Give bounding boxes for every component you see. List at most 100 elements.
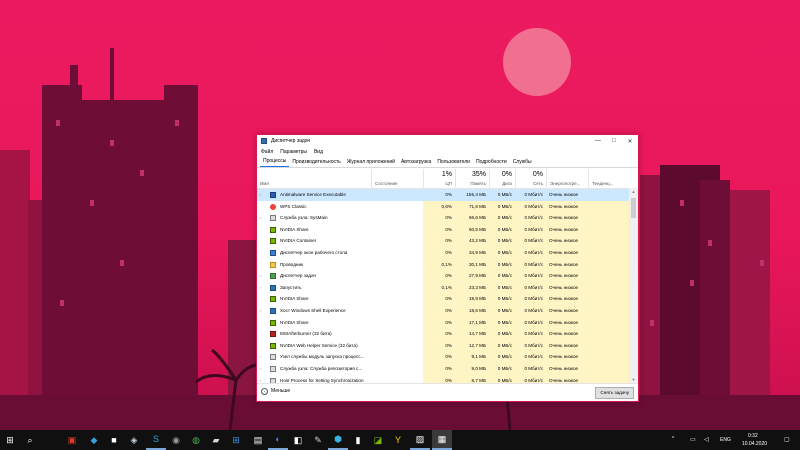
process-row[interactable]: › Хост Windows Shell Experience 0% 18,6 МБ 0…	[257, 304, 629, 317]
taskbar-app-tools[interactable]: ✎	[308, 430, 328, 450]
process-name-cell[interactable]: NVIDIA Share	[257, 293, 423, 305]
column-header-name[interactable]: Имя	[257, 169, 371, 188]
taskbar-app-editor[interactable]: ▤	[248, 430, 268, 450]
tab-performance[interactable]: Производительность	[289, 159, 344, 167]
process-row[interactable]: NVIDIA Share 0% 19,9 МБ 0 МБ/с 0 Мбит/с Очень…	[257, 293, 629, 305]
process-name-cell[interactable]: › Antimalware Service Executable	[257, 189, 423, 201]
taskbar-app-windows[interactable]: ⊞	[226, 430, 246, 450]
taskbar-app-game[interactable]: ▰	[206, 430, 226, 450]
taskbar-app-office[interactable]: ▣	[62, 430, 82, 450]
column-header-trend[interactable]: Тенденц...	[588, 169, 629, 188]
expand-chevron-icon[interactable]: ›	[260, 212, 261, 224]
process-name-cell[interactable]: NVIDIA Web Helper Service (32 бита)	[257, 340, 423, 352]
column-header-status[interactable]: Состояние	[371, 169, 423, 188]
process-row[interactable]: MSIAfterburner (32 бита) 0% 14,7 МБ 0 МБ/с 0…	[257, 328, 629, 340]
menu-options[interactable]: Параметры	[280, 149, 307, 155]
scrollbar-thumb[interactable]	[631, 198, 636, 218]
process-row[interactable]: › Запустить 0,1% 23,3 МБ 0 МБ/с 0 Мбит/с Очень…	[257, 281, 629, 294]
title-bar[interactable]: Диспетчер задач — □ ✕	[257, 135, 638, 147]
taskbar-app-pdf[interactable]: ▨	[410, 430, 430, 450]
process-row[interactable]: WPS Classic 0,6% 71,6 МБ 0 МБ/с 0 Мбит/с Очен…	[257, 200, 629, 213]
taskbar-app-yandex[interactable]: Y	[388, 430, 408, 450]
tab-startup[interactable]: Автозагрузка	[398, 159, 434, 167]
process-name-cell[interactable]: Диспетчер окон рабочего стола	[257, 247, 423, 259]
process-network: 0 Мбит/с	[515, 270, 546, 282]
process-name-cell[interactable]: Проводник	[257, 259, 423, 271]
process-name-cell[interactable]: NVIDIA Share	[257, 317, 423, 329]
maximize-button[interactable]: □	[606, 135, 622, 147]
process-row[interactable]: › Antimalware Service Executable 0% 155,4 М…	[257, 189, 629, 201]
process-memory: 66,6 МБ	[455, 212, 489, 224]
scroll-up-arrow-icon[interactable]: ▲	[629, 188, 638, 196]
vertical-scrollbar[interactable]: ▲ ▼	[629, 188, 638, 384]
process-row[interactable]: › Узел службы модуль запуска процесс... 0%…	[257, 351, 629, 363]
clock-date[interactable]: 10.04.2020	[742, 441, 767, 447]
process-name-cell[interactable]: MSIAfterburner (32 бита)	[257, 328, 423, 340]
tab-users[interactable]: Пользователи	[434, 159, 473, 167]
process-name-cell[interactable]: NVIDIA Share	[257, 224, 423, 236]
process-row[interactable]: Проводник 0,1% 30,1 МБ 0 МБ/с 0 Мбит/с Очень …	[257, 258, 629, 271]
column-header-cpu[interactable]: 1% ЦП	[423, 169, 455, 188]
process-row[interactable]: › Служба узла: SysMain 0% 66,6 МБ 0 МБ/с 0 Мб…	[257, 212, 629, 224]
tab-services[interactable]: Службы	[510, 159, 535, 167]
process-name-cell[interactable]: › Узел службы модуль запуска процесс...	[257, 351, 423, 363]
process-row[interactable]: Диспетчер окон рабочего стола 0% 34,9 МБ 0 …	[257, 246, 629, 259]
column-header-memory[interactable]: 35% Память	[455, 169, 489, 188]
network-icon[interactable]: ▭	[690, 436, 696, 443]
process-name-cell[interactable]: › Запустить	[257, 282, 423, 294]
process-name-cell[interactable]: NVIDIA Container	[257, 235, 423, 247]
expand-chevron-icon[interactable]: ›	[260, 189, 261, 201]
menu-view[interactable]: Вид	[314, 149, 323, 155]
taskbar-app-task-manager[interactable]: ▦	[432, 430, 452, 450]
process-name-cell[interactable]: › Диспетчер задач	[257, 270, 423, 282]
expand-chevron-icon[interactable]: ›	[260, 270, 261, 282]
taskbar-app-screenshot[interactable]: ◧	[288, 430, 308, 450]
taskbar-app-briefcase[interactable]: ■	[104, 430, 124, 450]
close-button[interactable]: ✕	[622, 135, 638, 147]
column-header-network[interactable]: 0% Сеть	[515, 169, 546, 188]
expand-chevron-icon[interactable]: ›	[260, 305, 261, 317]
taskbar-app-nvidia[interactable]: ◪	[368, 430, 388, 450]
process-row[interactable]: NVIDIA Share 0% 60,5 МБ 0 МБ/с 0 Мбит/с Очень…	[257, 223, 629, 236]
taskbar-app-store[interactable]: ◆	[84, 430, 104, 450]
taskbar-app-network[interactable]: ⬢	[328, 430, 348, 450]
process-row[interactable]: NVIDIA Share 0% 17,1 МБ 0 МБ/с 0 Мбит/с Очень…	[257, 316, 629, 329]
process-name: Запустить	[280, 284, 302, 290]
process-name-cell[interactable]: › Служба узла: Служба репозитория с...	[257, 363, 423, 375]
fewer-details-link[interactable]: Меньше	[271, 388, 290, 394]
taskbar-app-steam[interactable]: ◈	[124, 430, 144, 450]
column-header-disk[interactable]: 0% Диск	[489, 169, 515, 188]
taskbar-app-skype[interactable]: S	[146, 430, 166, 450]
search-button[interactable]: ⌕	[20, 430, 40, 450]
tray-chevron-icon[interactable]: ^	[672, 436, 674, 442]
end-task-button[interactable]: Снять задачу	[595, 387, 634, 399]
taskbar-app-media[interactable]: ◉	[166, 430, 186, 450]
process-disk: 0 МБ/с	[489, 270, 515, 282]
chevron-up-circle-icon[interactable]: ˄	[261, 388, 268, 395]
expand-chevron-icon[interactable]: ›	[260, 363, 261, 375]
shield-process-icon	[270, 192, 276, 198]
process-row[interactable]: NVIDIA Web Helper Service (32 бита) 0% 12,…	[257, 339, 629, 352]
expand-chevron-icon[interactable]: ›	[260, 351, 261, 363]
tab-details[interactable]: Подробности	[473, 159, 510, 167]
volume-icon[interactable]: ◁	[704, 436, 709, 443]
start-button[interactable]: ⊞	[0, 430, 20, 450]
menu-file[interactable]: Файл	[261, 149, 273, 155]
tab-processes[interactable]: Процессы	[260, 158, 290, 167]
process-name-cell[interactable]: › Служба узла: SysMain	[257, 212, 423, 224]
tab-app-history[interactable]: Журнал приложений	[344, 159, 398, 167]
column-header-power[interactable]: Энергопотре...	[546, 169, 588, 188]
process-name-cell[interactable]: › Хост Windows Shell Experience	[257, 305, 423, 317]
process-row[interactable]: NVIDIA Container 0% 43,2 МБ 0 МБ/с 0 Мбит/с О…	[257, 235, 629, 247]
language-indicator[interactable]: ENG	[720, 437, 731, 443]
process-row[interactable]: › Служба узла: Служба репозитория с... 0% 9…	[257, 362, 629, 375]
process-row[interactable]: › Диспетчер задач 0% 27,9 МБ 0 МБ/с 0 Мбит/с О…	[257, 270, 629, 282]
taskbar-app-blue[interactable]: ◐	[268, 430, 288, 450]
clock-time[interactable]: 0:32	[748, 433, 758, 439]
taskbar-app-chrome[interactable]: ◍	[186, 430, 206, 450]
minimize-button[interactable]: —	[590, 135, 606, 147]
taskbar-app-terminal[interactable]: ▮	[348, 430, 368, 450]
process-name-cell[interactable]: WPS Classic	[257, 201, 423, 213]
expand-chevron-icon[interactable]: ›	[260, 282, 261, 294]
notification-center-icon[interactable]: ▢	[784, 436, 790, 443]
